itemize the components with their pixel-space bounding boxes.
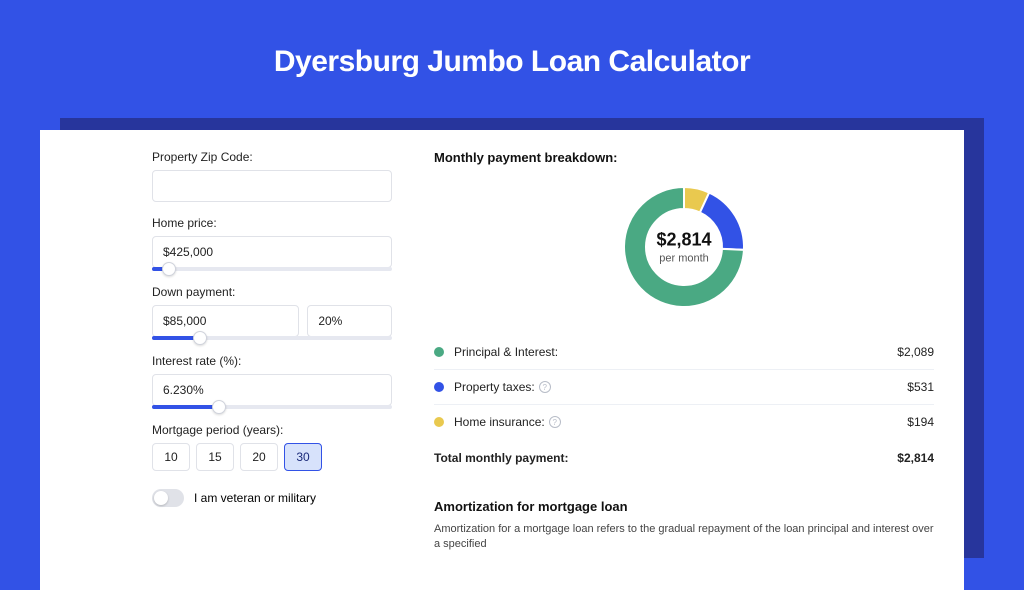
rate-label: Interest rate (%): bbox=[152, 354, 392, 368]
legend-color-dot bbox=[434, 347, 444, 357]
donut-sub: per month bbox=[656, 253, 711, 265]
page-title: Dyersburg Jumbo Loan Calculator bbox=[0, 0, 1024, 107]
rate-slider[interactable] bbox=[152, 405, 392, 409]
period-group: Mortgage period (years): 10152030 bbox=[152, 423, 392, 471]
breakdown-title: Monthly payment breakdown: bbox=[434, 150, 934, 165]
down-payment-pct-input[interactable] bbox=[307, 305, 392, 337]
legend-amount: $194 bbox=[907, 415, 934, 429]
total-value: $2,814 bbox=[897, 451, 934, 465]
down-payment-slider[interactable] bbox=[152, 336, 392, 340]
rate-group: Interest rate (%): bbox=[152, 354, 392, 409]
period-option-15[interactable]: 15 bbox=[196, 443, 234, 471]
legend-label: Principal & Interest: bbox=[454, 345, 558, 359]
donut-center: $2,814 per month bbox=[656, 230, 711, 265]
down-payment-input[interactable] bbox=[152, 305, 299, 337]
period-option-10[interactable]: 10 bbox=[152, 443, 190, 471]
donut-amount: $2,814 bbox=[656, 230, 711, 251]
zip-label: Property Zip Code: bbox=[152, 150, 392, 164]
results-column: Monthly payment breakdown: $2,814 per mo… bbox=[410, 130, 964, 590]
legend-color-dot bbox=[434, 417, 444, 427]
period-option-20[interactable]: 20 bbox=[240, 443, 278, 471]
veteran-label: I am veteran or military bbox=[194, 491, 316, 505]
calculator-panel: Property Zip Code: Home price: Down paym… bbox=[40, 130, 964, 590]
veteran-row: I am veteran or military bbox=[152, 489, 392, 507]
zip-input[interactable] bbox=[152, 170, 392, 202]
home-price-input[interactable] bbox=[152, 236, 392, 268]
legend-amount: $531 bbox=[907, 380, 934, 394]
legend-label: Property taxes: bbox=[454, 380, 535, 394]
period-option-30[interactable]: 30 bbox=[284, 443, 322, 471]
legend-color-dot bbox=[434, 382, 444, 392]
period-row: 10152030 bbox=[152, 443, 392, 471]
legend-amount: $2,089 bbox=[897, 345, 934, 359]
total-row: Total monthly payment: $2,814 bbox=[434, 439, 934, 475]
legend: Principal & Interest: $2,089 Property taxe… bbox=[434, 335, 934, 439]
info-icon[interactable]: ? bbox=[539, 381, 551, 393]
legend-row: Principal & Interest: $2,089 bbox=[434, 335, 934, 370]
down-payment-label: Down payment: bbox=[152, 285, 392, 299]
veteran-toggle[interactable] bbox=[152, 489, 184, 507]
rate-input[interactable] bbox=[152, 374, 392, 406]
home-price-label: Home price: bbox=[152, 216, 392, 230]
toggle-knob bbox=[154, 491, 168, 505]
home-price-slider[interactable] bbox=[152, 267, 392, 271]
info-icon[interactable]: ? bbox=[549, 416, 561, 428]
period-label: Mortgage period (years): bbox=[152, 423, 392, 437]
amortization-text: Amortization for a mortgage loan refers … bbox=[434, 522, 934, 553]
total-label: Total monthly payment: bbox=[434, 451, 568, 465]
zip-field-group: Property Zip Code: bbox=[152, 150, 392, 202]
legend-row: Home insurance:? $194 bbox=[434, 405, 934, 439]
legend-label: Home insurance: bbox=[454, 415, 545, 429]
home-price-group: Home price: bbox=[152, 216, 392, 271]
down-payment-group: Down payment: bbox=[152, 285, 392, 340]
legend-row: Property taxes:? $531 bbox=[434, 370, 934, 405]
inputs-column: Property Zip Code: Home price: Down paym… bbox=[40, 130, 410, 590]
donut-chart: $2,814 per month bbox=[434, 177, 934, 317]
